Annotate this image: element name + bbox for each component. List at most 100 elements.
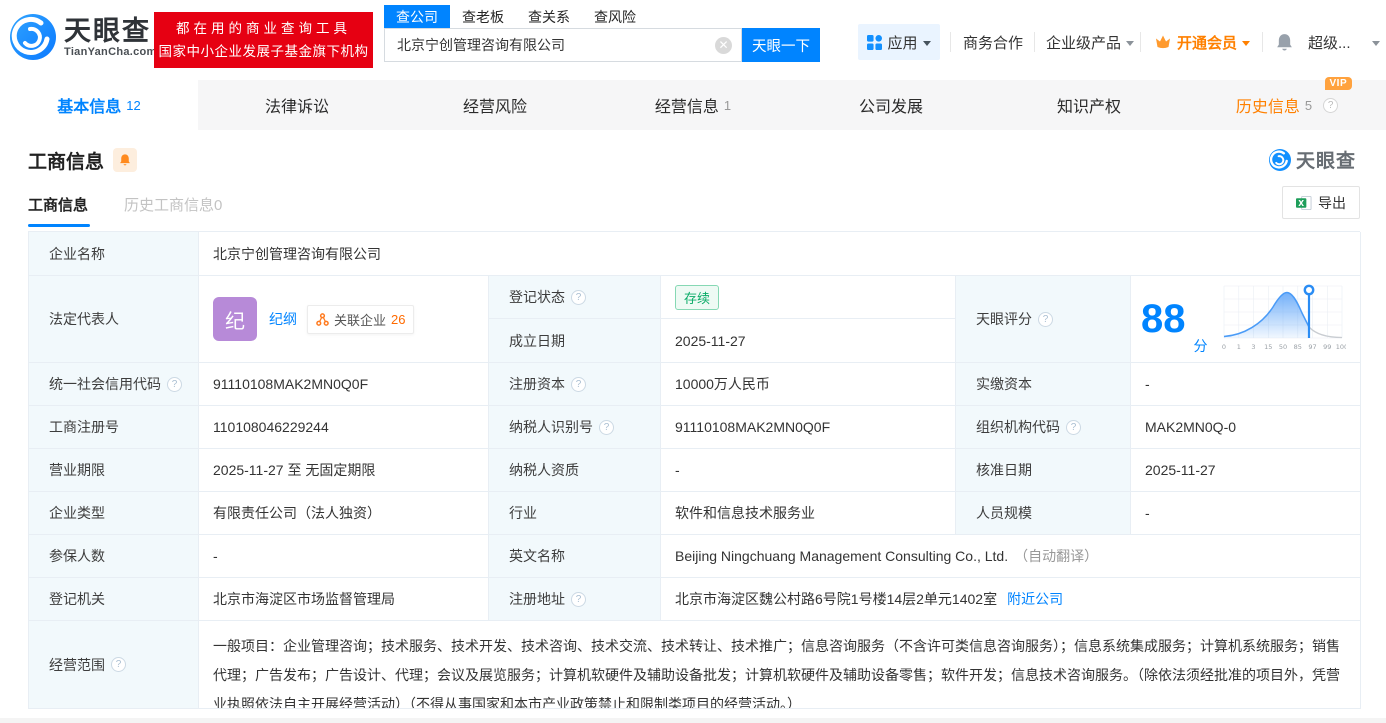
tianyancha-company-page: 天眼查 TianYanCha.com 都在用的商业查询工具 国家中小企业发展子基… — [0, 0, 1386, 723]
legal-rep-link[interactable]: 纪纲 — [269, 309, 297, 329]
chevron-down-icon — [1126, 40, 1135, 46]
field-label-reg-number: 工商注册号 — [29, 406, 199, 449]
search-area: 查公司 查老板 查关系 查风险 ✕ 天眼一下 — [384, 5, 820, 62]
field-label-english-name: 英文名称 — [489, 535, 661, 578]
orange-bell-icon — [120, 154, 130, 166]
crown-icon — [1156, 35, 1170, 49]
field-label-company-name: 企业名称 — [29, 232, 199, 276]
tab-intellectual-property[interactable]: 知识产权 — [990, 80, 1188, 130]
enterprise-products-menu[interactable]: 企业级产品 — [1046, 24, 1135, 60]
tab-operation-risk-label: 经营风险 — [462, 99, 527, 116]
brand-name: 天眼查 — [64, 16, 151, 46]
search-box: ✕ — [384, 28, 742, 62]
slogan-line1: 都在用的商业查询工具 — [176, 21, 351, 36]
apps-menu[interactable]: 应用 — [858, 24, 940, 60]
subtab-history-business-info[interactable]: 历史工商信息0 — [124, 194, 222, 216]
tab-basic-info[interactable]: 基本信息 12 — [0, 80, 198, 130]
field-value-reg-address: 北京市海淀区魏公村路6号院1号楼14层2单元1402室 附近公司 — [661, 578, 1361, 621]
tab-operation-info[interactable]: 经营信息 1 — [594, 80, 792, 130]
vip-membership-label: 开通会员 — [1177, 34, 1238, 52]
related-companies-badge[interactable]: 关联企业 26 — [307, 304, 415, 334]
search-tab-relation[interactable]: 查关系 — [516, 5, 582, 28]
svg-text:0: 0 — [1221, 343, 1225, 351]
field-label-score: 天眼评分? — [956, 276, 1131, 363]
user-account-menu[interactable]: 超级... — [1308, 24, 1351, 60]
menu-divider — [950, 32, 951, 52]
bell-icon — [1277, 33, 1292, 51]
svg-text:15: 15 — [1264, 343, 1272, 351]
field-label-reg-capital: 注册资本? — [489, 363, 661, 406]
search-tab-boss[interactable]: 查老板 — [450, 5, 516, 28]
logo-text: 天眼查 TianYanCha.com — [64, 16, 157, 58]
field-label-business-scope: 经营范围? — [29, 621, 199, 709]
svg-text:50: 50 — [1278, 343, 1286, 351]
section-title: 工商信息 — [28, 151, 105, 173]
export-button[interactable]: X 导出 — [1282, 186, 1360, 219]
search-tab-risk[interactable]: 查风险 — [582, 5, 648, 28]
field-label-company-type: 企业类型 — [29, 492, 199, 535]
svg-text:3: 3 — [1251, 343, 1255, 351]
field-label-reg-authority: 登记机关 — [29, 578, 199, 621]
score-unit: 分 — [1193, 338, 1208, 354]
search-button[interactable]: 天眼一下 — [742, 28, 820, 62]
help-icon[interactable]: ? — [571, 591, 586, 607]
tianyancha-logo[interactable]: 天眼查 TianYanCha.com — [10, 14, 157, 60]
slogan-banner: 都在用的商业查询工具 国家中小企业发展子基金旗下机构 — [154, 12, 373, 68]
field-value-taxpayer-quality: - — [661, 449, 956, 492]
help-icon[interactable]: ? — [571, 289, 586, 305]
field-label-staff-size: 人员规模 — [956, 492, 1131, 535]
field-label-credit-code: 统一社会信用代码? — [29, 363, 199, 406]
field-value-score: 88 分 0 1 3 15 50 85 97 99 10 — [1131, 276, 1361, 363]
help-icon[interactable]: ? — [571, 376, 586, 392]
related-companies-count: 26 — [391, 311, 406, 327]
enterprise-products-label: 企业级产品 — [1046, 34, 1122, 52]
menu-divider — [1140, 32, 1141, 52]
help-icon[interactable]: ? — [1066, 419, 1081, 435]
subtab-business-info[interactable]: 工商信息 — [28, 194, 90, 227]
field-label-taxpayer-quality: 纳税人资质 — [489, 449, 661, 492]
top-header: 天眼查 TianYanCha.com 都在用的商业查询工具 国家中小企业发展子基… — [0, 0, 1386, 80]
help-icon[interactable]: ? — [1323, 97, 1339, 113]
field-value-reg-number: 110108046229244 — [199, 406, 489, 449]
user-account-label: 超级... — [1308, 34, 1351, 52]
clear-search-icon[interactable]: ✕ — [715, 37, 732, 54]
vip-membership-menu[interactable]: 开通会员 — [1154, 24, 1251, 60]
field-label-org-code: 组织机构代码? — [956, 406, 1131, 449]
watermark-text: 天眼查 — [1295, 151, 1356, 172]
help-icon[interactable]: ? — [1038, 311, 1053, 327]
business-cooperation-menu[interactable]: 商务合作 — [963, 24, 1023, 60]
search-tab-company[interactable]: 查公司 — [384, 5, 450, 28]
tab-company-development[interactable]: 公司发展 — [792, 80, 990, 130]
subtab-history-label: 历史工商信息0 — [124, 197, 223, 214]
tab-history-info[interactable]: 历史信息 5 ? VIP — [1188, 77, 1386, 130]
help-icon[interactable]: ? — [167, 376, 182, 392]
user-account-caret[interactable] — [1372, 24, 1380, 60]
vip-badge: VIP — [1324, 77, 1353, 90]
watermark-logo-icon — [1268, 148, 1291, 171]
auto-translate-note: （自动翻译） — [1014, 548, 1099, 564]
field-value-reg-status: 存续 — [661, 276, 956, 319]
tab-company-development-label: 公司发展 — [858, 99, 923, 116]
field-value-business-term: 2025-11-27 至 无固定期限 — [199, 449, 489, 492]
tab-legal-litigation[interactable]: 法律诉讼 — [198, 80, 396, 130]
legal-rep-avatar[interactable]: 纪 — [213, 297, 257, 341]
tab-basic-info-label: 基本信息 — [57, 99, 122, 116]
field-label-reg-address: 注册地址? — [489, 578, 661, 621]
field-label-legal-rep: 法定代表人 — [29, 276, 199, 363]
svg-text:X: X — [1298, 198, 1304, 207]
field-value-reg-authority: 北京市海淀区市场监督管理局 — [199, 578, 489, 621]
help-icon[interactable]: ? — [599, 419, 614, 435]
search-input[interactable] — [385, 29, 741, 61]
tab-operation-info-count: 1 — [723, 97, 732, 113]
tab-operation-info-label: 经营信息 — [654, 99, 719, 116]
active-tab-indicator — [28, 224, 90, 227]
field-value-industry: 软件和信息技术服务业 — [661, 492, 956, 535]
app-grid-icon — [867, 34, 883, 50]
svg-text:100: 100 — [1335, 343, 1345, 351]
subscribe-bell-button[interactable] — [113, 148, 138, 172]
nearby-companies-link[interactable]: 附近公司 — [1007, 589, 1063, 609]
excel-icon: X — [1296, 195, 1312, 210]
tab-operation-risk[interactable]: 经营风险 — [396, 80, 594, 130]
help-icon[interactable]: ? — [111, 657, 126, 672]
svg-text:85: 85 — [1293, 343, 1301, 351]
